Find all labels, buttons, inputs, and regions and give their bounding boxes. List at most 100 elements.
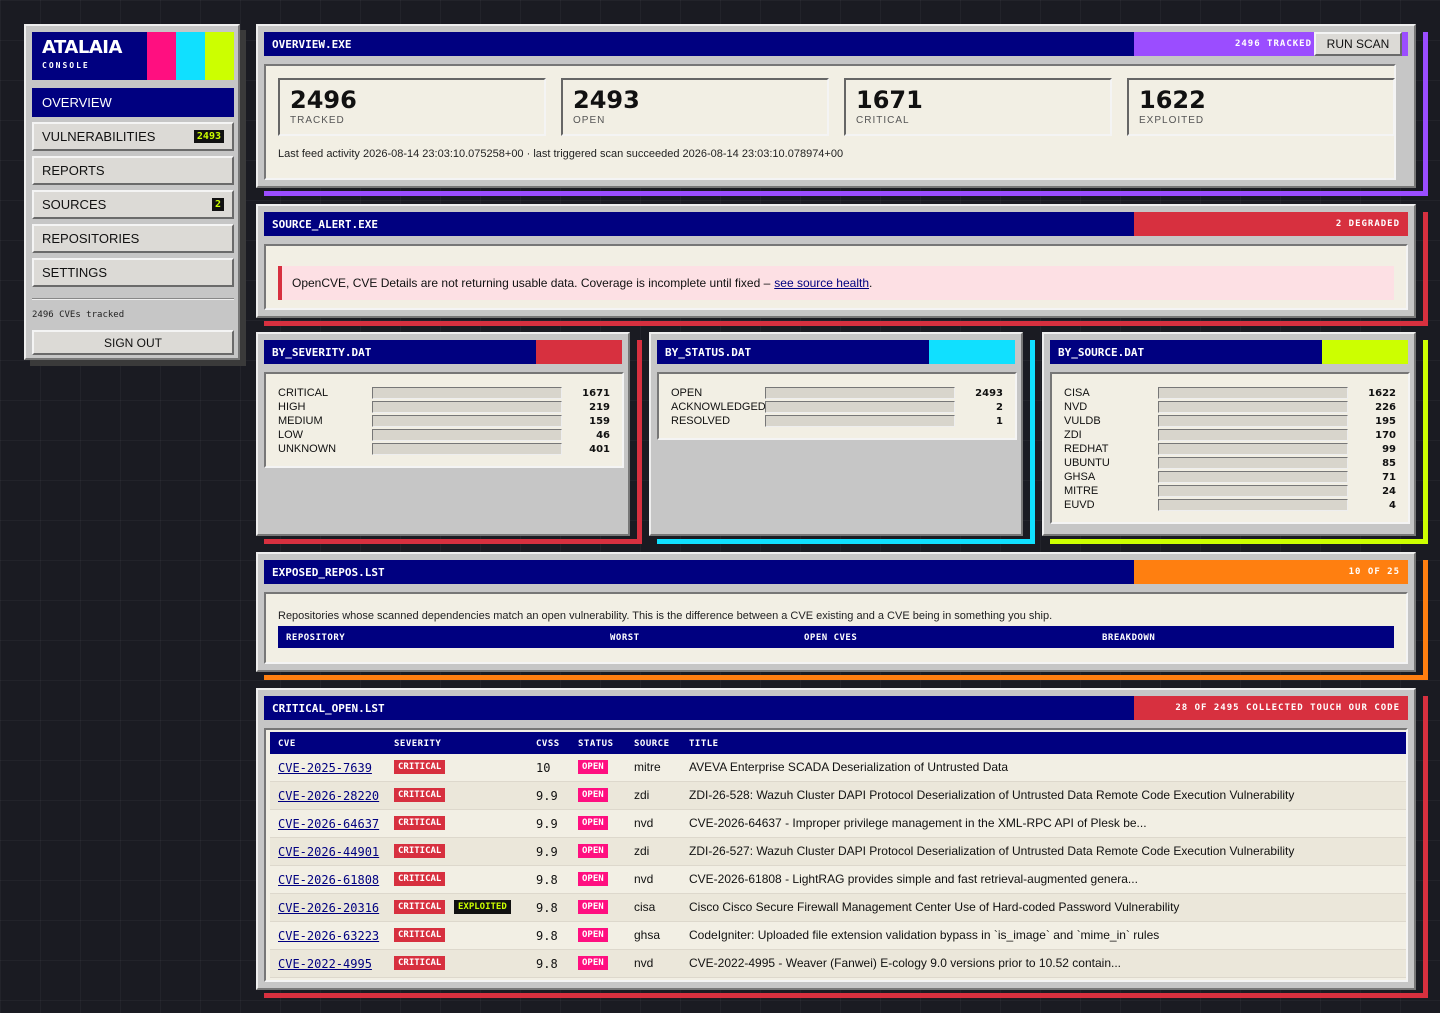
cvss-score: 9.8: [536, 873, 558, 887]
overview-content: 2496 TRACKED 2493 OPEN 1671 CRITICAL 162…: [264, 64, 1396, 180]
bar-label: ACKNOWLEDGED: [671, 401, 766, 413]
status-title: BY_STATUS.DAT: [665, 345, 752, 359]
critical-titlebar: CRITICAL_OPEN.LST 28 OF 2495 COLLECTED T…: [264, 696, 1408, 720]
source-health-link[interactable]: see source health: [774, 276, 869, 290]
col-title: TITLE: [689, 739, 719, 749]
source-alert-titlebar: SOURCE_ALERT.EXE 2 DEGRADED: [264, 212, 1408, 236]
cve-link[interactable]: CVE-2026-63223: [278, 929, 379, 943]
table-row: CVE-2026-44901 CRITICAL 9.9 OPEN zdi ZDI-26-5…: [270, 838, 1406, 866]
col-cve: CVE: [278, 739, 296, 749]
col-worst: WORST: [610, 633, 640, 643]
col-repository: REPOSITORY: [286, 633, 346, 643]
nav-reports-label: REPORTS: [42, 163, 105, 178]
cve-link[interactable]: CVE-2026-28220: [278, 789, 379, 803]
sign-out-button[interactable]: SIGN OUT: [32, 330, 234, 355]
bar-label: CRITICAL: [278, 387, 329, 399]
cvss-score: 9.8: [536, 929, 558, 943]
source-row: ZDI 170: [1064, 428, 1396, 442]
overview-panel: OVERVIEW.EXE 2496 TRACKED RUN SCAN 2496 …: [256, 24, 1416, 188]
bar-label: UNKNOWN: [278, 443, 337, 455]
table-row: CVE-2026-28220 CRITICAL 9.9 OPEN zdi ZDI-26-5…: [270, 782, 1406, 810]
cve-title: ZDI-26-528: Wazuh Cluster DAPI Protocol …: [689, 788, 1295, 802]
bar-value: 24: [1382, 485, 1396, 497]
bar-label: NVD: [1064, 401, 1088, 413]
cve-link[interactable]: CVE-2025-7639: [278, 761, 372, 775]
source-row: CISA 1622: [1064, 386, 1396, 400]
repos-content: Repositories whose scanned dependencies …: [264, 592, 1408, 664]
sidebar: ATALAIA CONSOLE OVERVIEW VULNERABILITIES…: [24, 24, 240, 360]
status-badge: OPEN: [578, 900, 608, 914]
severity-badge: CRITICAL: [394, 816, 446, 830]
bar-value: 85: [1382, 457, 1396, 469]
cve-title: CodeIgniter: Uploaded file extension val…: [689, 928, 1160, 942]
bar-value: 170: [1375, 429, 1396, 441]
cve-link[interactable]: CVE-2026-64637: [278, 817, 379, 831]
severity-badge: CRITICAL: [394, 928, 446, 942]
status-badge: OPEN: [578, 816, 608, 830]
col-source: SOURCE: [634, 739, 670, 749]
cve-link[interactable]: CVE-2026-44901: [278, 845, 379, 859]
bar-label: LOW: [278, 429, 304, 441]
bar-value: 2493: [975, 387, 1003, 399]
severity-badge: CRITICAL: [394, 788, 446, 802]
status-badge: OPEN: [578, 956, 608, 970]
cve-link[interactable]: CVE-2026-61808: [278, 873, 379, 887]
bar-track: [1158, 443, 1348, 455]
source-name: nvd: [634, 872, 654, 886]
bar-label: HIGH: [278, 401, 306, 413]
severity-panel: BY_SEVERITY.DAT CRITICAL 1671 HIGH 219 MED…: [256, 332, 630, 536]
cve-link[interactable]: CVE-2022-4995: [278, 957, 372, 971]
severity-row: MEDIUM 159: [278, 414, 610, 428]
source-name: nvd: [634, 956, 654, 970]
source-titlebar: BY_SOURCE.DAT: [1050, 340, 1408, 364]
repos-description: Repositories whose scanned dependencies …: [278, 610, 1053, 622]
stat-tracked: 2496 TRACKED: [278, 78, 546, 136]
table-row: CVE-2026-61808 CRITICAL 9.8 OPEN nvd CVE-2026…: [270, 866, 1406, 894]
bar-label: MEDIUM: [278, 415, 323, 427]
source-alert-accent: 2 DEGRADED: [1134, 212, 1408, 236]
stat-open-value: 2493: [573, 86, 640, 114]
severity-titlebar: BY_SEVERITY.DAT: [264, 340, 622, 364]
stat-critical: 1671 CRITICAL: [844, 78, 1112, 136]
cvss-score: 9.8: [536, 957, 558, 971]
nav-reports[interactable]: REPORTS: [32, 156, 234, 185]
source-row: EUVD 4: [1064, 498, 1396, 512]
severity-title: BY_SEVERITY.DAT: [272, 345, 372, 359]
severity-badge: CRITICAL: [394, 760, 446, 774]
run-scan-button[interactable]: RUN SCAN: [1314, 32, 1402, 56]
source-row: REDHAT 99: [1064, 442, 1396, 456]
bar-value: 46: [596, 429, 610, 441]
critical-accent: 28 OF 2495 COLLECTED TOUCH OUR CODE: [1134, 696, 1408, 720]
status-accent: [929, 340, 1015, 364]
source-accent: [1322, 340, 1408, 364]
severity-bar-list: CRITICAL 1671 HIGH 219 MEDIUM 159 LOW 46 UNK…: [278, 386, 610, 456]
bar-value: 401: [589, 443, 610, 455]
critical-count-badge: 28 OF 2495 COLLECTED TOUCH OUR CODE: [1175, 703, 1400, 713]
bar-label: UBUNTU: [1064, 457, 1110, 469]
bar-track: [372, 387, 562, 399]
severity-badge: CRITICAL: [394, 872, 446, 886]
stat-tracked-label: TRACKED: [290, 115, 345, 126]
source-name: mitre: [634, 760, 661, 774]
status-panel: BY_STATUS.DAT OPEN 2493 ACKNOWLEDGED 2 RES…: [649, 332, 1023, 536]
nav-sources-label: SOURCES: [42, 197, 107, 212]
source-row: UBUNTU 85: [1064, 456, 1396, 470]
status-badge: OPEN: [578, 760, 608, 774]
nav-sources[interactable]: SOURCES 2: [32, 190, 234, 219]
stat-open: 2493 OPEN: [561, 78, 829, 136]
cve-link[interactable]: CVE-2026-20316: [278, 901, 379, 915]
nav-settings[interactable]: SETTINGS: [32, 258, 234, 287]
col-status: STATUS: [578, 739, 614, 749]
bar-track: [765, 387, 955, 399]
nav-repositories[interactable]: REPOSITORIES: [32, 224, 234, 253]
stat-tracked-value: 2496: [290, 86, 357, 114]
nav-vulnerabilities-label: VULNERABILITIES: [42, 129, 156, 144]
source-row: MITRE 24: [1064, 484, 1396, 498]
nav-vulnerabilities[interactable]: VULNERABILITIES 2493: [32, 122, 234, 151]
status-titlebar: BY_STATUS.DAT: [657, 340, 1015, 364]
brand-logo[interactable]: ATALAIA CONSOLE: [32, 32, 234, 80]
status-bar-list: OPEN 2493 ACKNOWLEDGED 2 RESOLVED 1: [671, 386, 1003, 428]
nav-overview[interactable]: OVERVIEW: [32, 88, 234, 117]
bar-value: 1671: [582, 387, 610, 399]
source-row: NVD 226: [1064, 400, 1396, 414]
